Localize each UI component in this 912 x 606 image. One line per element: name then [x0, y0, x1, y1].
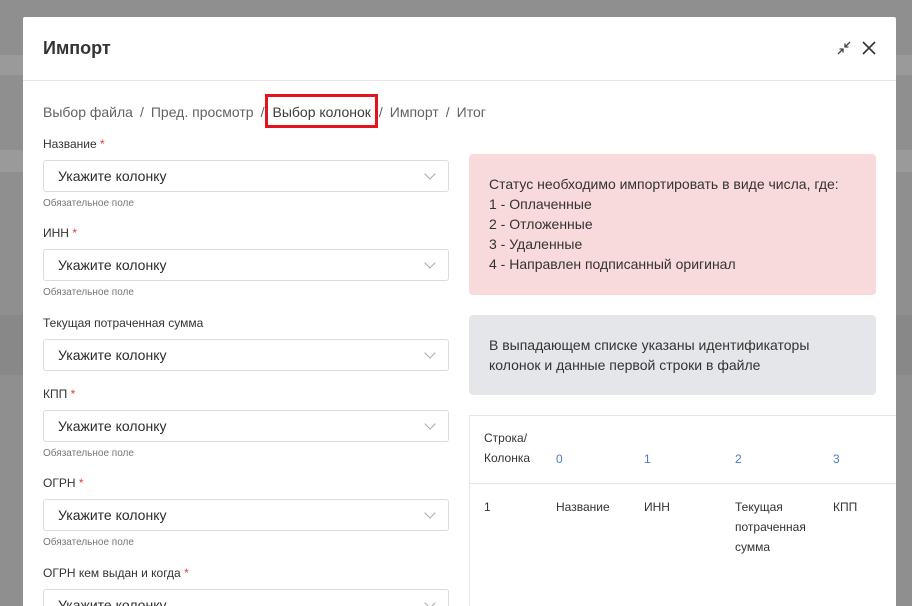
collapse-arrows-icon[interactable] [835, 39, 853, 57]
alert-line: В выпадающем списке указаны идентификато… [489, 337, 810, 353]
field-current-spent: Текущая потраченная сумма Укажите колонк… [43, 316, 449, 371]
field-name: Название * Укажите колонку Обязательное … [43, 137, 449, 209]
breadcrumb-preview[interactable]: Пред. просмотр [151, 104, 254, 120]
field-label: ОГРН * [43, 476, 84, 490]
breadcrumb-select-columns[interactable]: Выбор колонок [265, 94, 378, 128]
breadcrumb-separator: / [260, 104, 265, 120]
chevron-down-icon [424, 168, 436, 180]
required-mark: * [72, 226, 77, 240]
breadcrumb-separator: / [378, 104, 383, 120]
column-header-3: 3 [833, 452, 840, 466]
required-mark: * [78, 476, 84, 490]
required-mark: * [70, 387, 76, 401]
alert-line: 2 - Отложенные [489, 216, 593, 232]
column-header-0: 0 [556, 452, 563, 466]
preview-table: Строка/ Колонка 0 1 2 3 1 Название ИНН Т… [469, 415, 896, 606]
field-ogrn: ОГРН * Укажите колонку Обязательное поле [43, 476, 449, 548]
required-mark: * [184, 566, 189, 580]
alert-line: Статус необходимо импортировать в виде ч… [489, 176, 839, 192]
status-info-alert: Статус необходимо импортировать в виде ч… [469, 154, 876, 295]
select-value: Укажите колонку [58, 168, 167, 184]
breadcrumb-separator: / [139, 104, 144, 120]
column-select[interactable]: Укажите колонку [43, 339, 449, 371]
required-hint: Обязательное поле [43, 198, 134, 209]
table-cell: Название [556, 500, 610, 514]
required-mark: * [99, 137, 105, 151]
close-icon[interactable] [860, 39, 878, 57]
table-header-row: Строка/ Колонка 0 1 2 3 [470, 416, 896, 484]
alert-line: 4 - Направлен подписанный оригинал [489, 256, 736, 272]
chevron-down-icon [424, 347, 436, 359]
alert-line: колонок и данные первой строки в файле [489, 357, 761, 373]
select-value: Укажите колонку [58, 347, 167, 363]
breadcrumb: Выбор файла / Пред. просмотр / Выбор кол… [43, 94, 486, 128]
modal-title: Импорт [43, 38, 111, 58]
row-index: 1 [484, 500, 491, 514]
breadcrumb-import[interactable]: Импорт [390, 104, 439, 120]
column-select[interactable]: Укажите колонку [43, 589, 449, 606]
column-select[interactable]: Укажите колонку [43, 410, 449, 442]
table-cell: КПП [833, 500, 858, 514]
field-ogrn-issued: ОГРН кем выдан и когда * Укажите колонку [43, 566, 449, 606]
column-header-2: 2 [735, 452, 742, 466]
alert-line: 1 - Оплаченные [489, 196, 592, 212]
alert-line: 3 - Удаленные [489, 236, 583, 252]
table-cell: Текущая потраченная сумма [735, 500, 806, 554]
required-hint: Обязательное поле [43, 537, 134, 548]
chevron-down-icon [424, 597, 436, 606]
column-select[interactable]: Укажите колонку [43, 499, 449, 531]
required-hint: Обязательное поле [43, 448, 134, 459]
field-label: КПП * [43, 387, 76, 401]
breadcrumb-result[interactable]: Итог [457, 104, 486, 120]
field-kpp: КПП * Укажите колонку Обязательное поле [43, 387, 449, 459]
select-value: Укажите колонку [58, 418, 167, 434]
field-inn: ИНН * Укажите колонку Обязательное поле [43, 226, 449, 298]
field-label: ИНН * [43, 226, 77, 240]
chevron-down-icon [424, 418, 436, 430]
required-hint: Обязательное поле [43, 287, 134, 298]
table-cell: ИНН [644, 500, 670, 514]
chevron-down-icon [424, 257, 436, 269]
modal-header: Импорт [23, 17, 896, 81]
breadcrumb-select-file[interactable]: Выбор файла [43, 104, 133, 120]
dropdown-info-alert: В выпадающем списке указаны идентификато… [469, 315, 876, 395]
select-value: Укажите колонку [58, 597, 167, 606]
select-value: Укажите колонку [58, 507, 167, 523]
column-header-1: 1 [644, 452, 651, 466]
import-modal: Импорт Выбор файла / Пред. просмотр / Вы… [23, 17, 896, 606]
column-select[interactable]: Укажите колонку [43, 160, 449, 192]
breadcrumb-separator: / [445, 104, 450, 120]
corner-header: Строка/ Колонка [484, 431, 531, 465]
field-label: Название * [43, 137, 105, 151]
column-select[interactable]: Укажите колонку [43, 249, 449, 281]
field-label: Текущая потраченная сумма [43, 316, 204, 330]
field-label: ОГРН кем выдан и когда * [43, 566, 189, 580]
chevron-down-icon [424, 507, 436, 519]
select-value: Укажите колонку [58, 257, 167, 273]
